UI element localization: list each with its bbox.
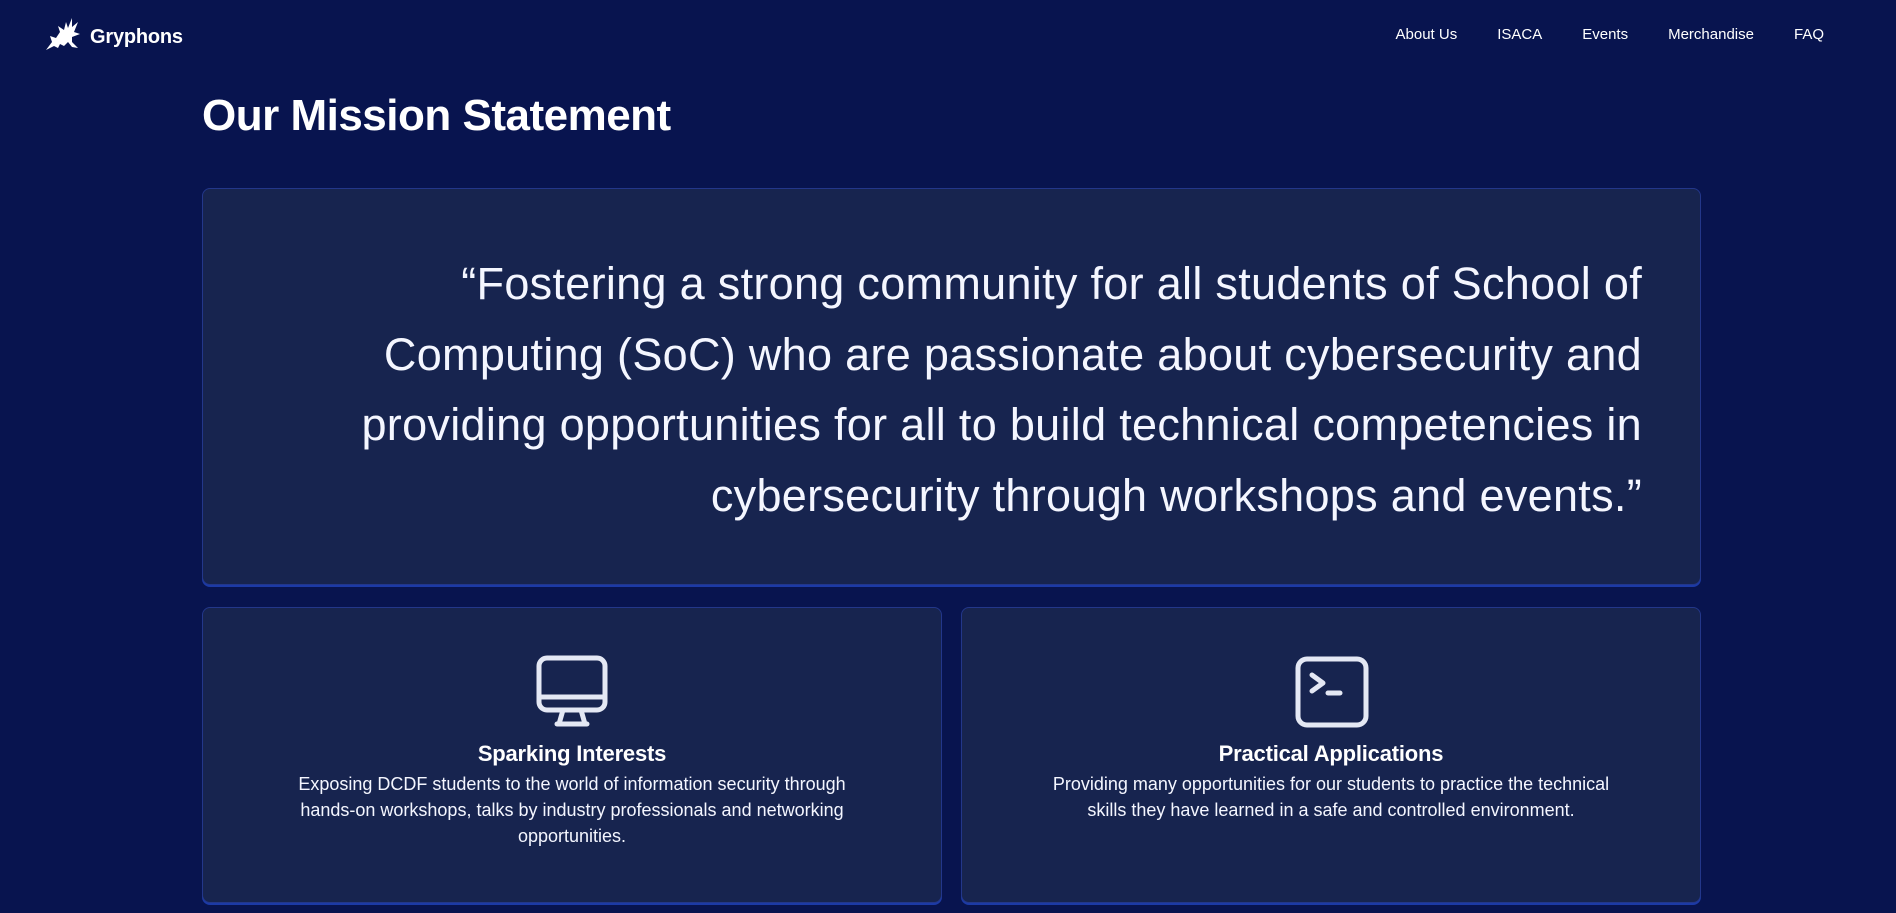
monitor-icon	[533, 652, 611, 730]
terminal-icon	[1292, 652, 1370, 730]
gryphon-logo-icon	[42, 14, 86, 54]
nav-link-isaca[interactable]: ISACA	[1497, 24, 1542, 46]
nav-link-faq[interactable]: FAQ	[1794, 24, 1824, 46]
page-title: Our Mission Statement	[202, 91, 671, 140]
feature-title: Practical Applications	[1218, 741, 1444, 766]
nav-link-merchandise[interactable]: Merchandise	[1668, 24, 1754, 46]
feature-title: Sparking Interests	[477, 741, 667, 766]
feature-card-sparking-interests: Sparking Interests Exposing DCDF student…	[202, 607, 942, 903]
feature-description: Providing many opportunities for our stu…	[1052, 774, 1610, 820]
mission-quote-card: “Fostering a strong community for all st…	[202, 188, 1701, 585]
nav-links: About Us ISACA Events Merchandise FAQ	[1356, 24, 1824, 46]
nav-link-events[interactable]: Events	[1582, 24, 1628, 46]
feature-description: Exposing DCDF students to the world of i…	[298, 774, 846, 846]
feature-card-practical-applications: Practical Applications Providing many op…	[961, 607, 1701, 903]
top-navbar: Gryphons About Us ISACA Events Merchandi…	[0, 0, 1896, 70]
nav-link-about-us[interactable]: About Us	[1396, 24, 1458, 46]
brand-logo-link[interactable]: Gryphons	[42, 14, 183, 54]
mission-quote: “Fostering a strong community for all st…	[361, 258, 1642, 521]
brand-name: Gryphons	[90, 25, 183, 48]
